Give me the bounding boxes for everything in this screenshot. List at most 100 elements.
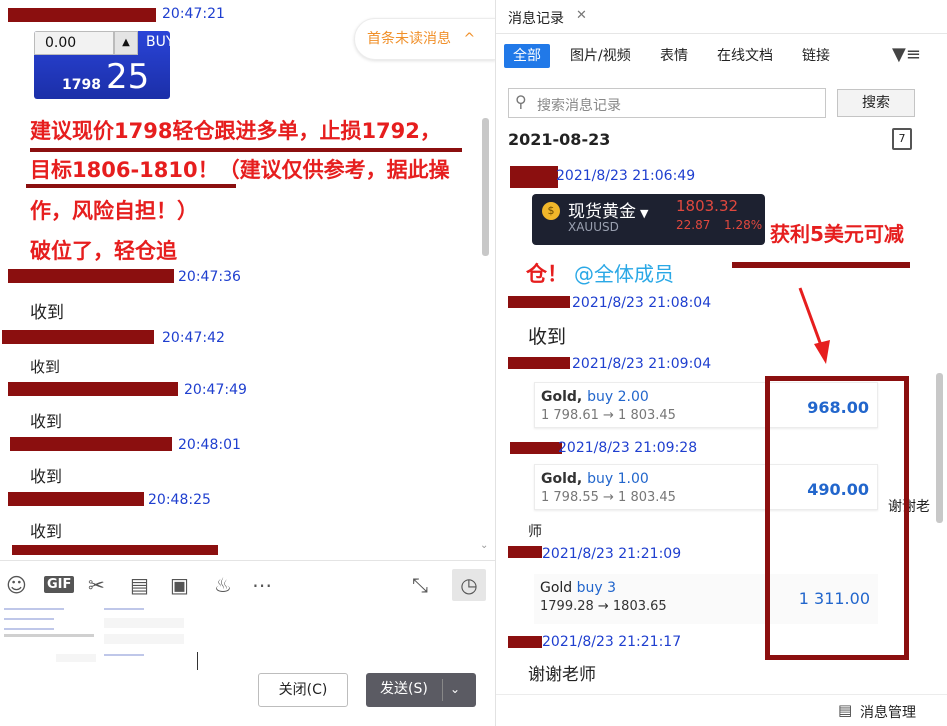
close-button[interactable]: 关闭(C) [258,673,348,707]
redacted-sender [12,545,218,555]
send-button[interactable]: 发送(S) ⌄ [366,673,476,707]
scrollbar[interactable] [482,118,489,256]
message-timestamp: 2021/8/23 21:09:28 [558,440,698,456]
instrument-name: 现货黄金 ▼ [568,202,649,222]
message-timestamp: 2021/8/23 21:06:49 [556,168,696,184]
folder-icon[interactable]: ▤ [130,573,149,597]
reply-text: 收到 [30,412,63,431]
arrow-annotation [798,287,830,364]
message-text: 仓！ [526,262,568,286]
message-history-pane: 消息记录 ✕ 全部 图片/视频 表情 在线文档 链接 ▼≡ ⚲ 搜索消息记录 搜… [496,0,947,726]
message-timestamp: 2021/8/23 21:08:04 [572,295,712,311]
advice-line-1: 建议现价1798轻仓跟进多单，止损1792， [30,119,441,143]
search-placeholder: 搜索消息记录 [537,98,621,114]
message-timestamp: 20:48:01 [178,437,241,453]
text-caret [197,652,198,670]
price-fraction: 25 [106,57,150,97]
search-button[interactable]: 搜索 [837,89,915,117]
filter-docs[interactable]: 在线文档 [717,44,773,68]
quote-price: 1803.32 [676,197,739,215]
filter-media[interactable]: 图片/视频 [570,44,631,68]
message-timestamp: 2021/8/23 21:09:04 [572,356,712,372]
quote-card: $ 现货黄金 ▼ XAUUSD 1803.32 22.87 1.28% [532,194,765,245]
price-integer: 1798 [62,77,101,93]
instrument-code: XAUUSD [568,220,619,234]
filter-funnel-icon[interactable]: ▼≡ [892,44,921,65]
date-header: 2021-08-23 [508,130,611,149]
history-tab-bar: 消息记录 ✕ [496,0,947,34]
message-text: 谢谢老师 [528,665,596,685]
highlight-box [765,376,909,660]
redacted-sender [8,492,144,506]
message-timestamp: 20:47:42 [162,330,225,346]
message-timestamp: 2021/8/23 21:21:17 [542,634,682,650]
message-timestamp: 20:47:36 [178,269,241,285]
message-manage-button[interactable]: 消息管理 [860,702,916,722]
message-timestamp: 20:47:21 [162,6,225,22]
gif-icon[interactable]: GIF [44,576,75,593]
expand-icon[interactable]: ⤡ [412,573,428,597]
button-separator [442,679,443,701]
redacted-sender [8,8,156,22]
message-manage-icon[interactable]: ▤ [838,701,852,719]
buy-button[interactable]: BUY [146,34,170,50]
redaction-line [732,262,910,268]
more-icon[interactable]: ⋯ [252,573,272,597]
close-icon[interactable]: ✕ [576,8,587,23]
calendar-icon[interactable]: 7 [892,128,912,150]
quantity-up-button[interactable]: ▲ [114,31,138,55]
search-input[interactable]: ⚲ 搜索消息记录 [508,88,826,118]
image-icon[interactable]: ▣ [170,573,189,597]
advice-line-3: 作，风险自担！） [30,199,198,223]
redacted-sender [508,546,542,558]
caret-down-icon: ▼ [640,207,649,220]
message-timestamp: 20:48:25 [148,492,211,508]
first-unread-button[interactable]: 首条未读消息 ^ [354,18,496,60]
advice-line-2: 目标1806-1810！（建议仅供参考，据此操 [30,158,450,182]
redacted-sender [510,442,562,454]
trade-widget[interactable]: 0.00 ▲ BUY 1798 25 [34,31,170,99]
scissors-icon[interactable]: ✂ [88,573,105,597]
reply-text: 收到 [30,467,63,486]
mention-all[interactable]: @全体成员 [574,258,674,287]
message-timestamp: 20:47:49 [184,382,247,398]
profit-annotation: 获利5美元可减 [770,222,904,246]
redaction-line [26,184,236,188]
bell-icon[interactable]: ♨ [214,573,232,597]
unread-label: 首条未读消息 [367,31,451,47]
scroll-down-icon[interactable]: ⌄ [480,540,488,551]
chat-pane: 20:47:21 0.00 ▲ BUY 1798 25 首条未读消息 ^ 建议现… [0,0,496,726]
reply-text: 收到 [30,358,61,376]
reply-text: 收到 [30,303,64,323]
message-timestamp: 2021/8/23 21:21:09 [542,546,682,562]
scrollbar[interactable] [936,373,943,523]
reply-text: 收到 [30,522,63,541]
redacted-sender [2,330,154,344]
redacted-sender [8,382,178,396]
redacted-sender [8,269,174,283]
send-label: 发送(S) [380,681,428,697]
input-toolbar: ☺ GIF ✂ ▤ ▣ ♨ ⋯ ⤡ ◷ [0,560,496,608]
double-chevron-up-icon: ^ [463,31,476,47]
attached-screenshot-thumbnail [0,604,200,664]
filter-links[interactable]: 链接 [802,44,830,68]
clock-icon[interactable]: ◷ [452,569,486,601]
quantity-input[interactable]: 0.00 [34,31,114,55]
message-text: 收到 [528,326,567,348]
chevron-down-icon[interactable]: ⌄ [450,673,460,705]
redacted-sender [10,437,172,451]
quote-percent: 1.28% [724,218,763,232]
message-text: 师 [528,524,542,540]
filter-emoji[interactable]: 表情 [660,44,688,68]
gold-coin-icon: $ [542,202,560,220]
quote-change: 22.87 [676,218,711,232]
smile-icon[interactable]: ☺ [6,573,27,597]
tab-message-history[interactable]: 消息记录 [508,8,564,28]
redaction-line [30,148,462,152]
redacted-sender [510,166,558,188]
history-footer: ▤ 消息管理 [496,694,947,726]
redacted-sender [508,636,542,648]
advice-line-4: 破位了，轻仓追 [30,239,177,263]
redacted-sender [508,296,570,308]
filter-all[interactable]: 全部 [504,44,550,68]
